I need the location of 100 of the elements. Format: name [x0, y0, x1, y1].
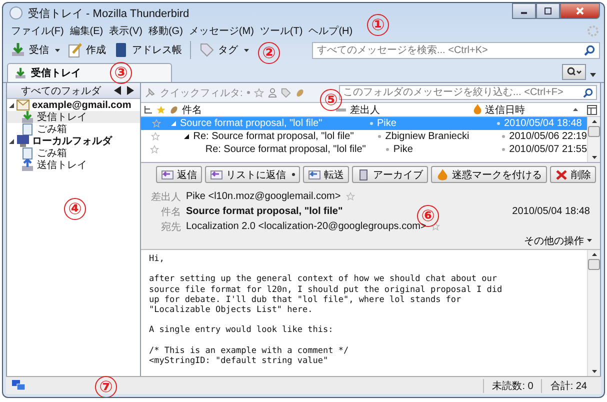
sort-arrow-icon[interactable] — [573, 108, 578, 111]
toolbar-button[interactable]: タグ — [196, 40, 252, 60]
star-icon[interactable] — [254, 88, 264, 98]
field-label: 差出人 — [151, 190, 181, 204]
minimize-button[interactable] — [512, 3, 536, 19]
search-icon[interactable] — [584, 44, 595, 56]
message-action-button[interactable]: 削除 — [550, 166, 596, 183]
column-header[interactable]: 送信日時 — [485, 102, 570, 116]
toolbar-button[interactable]: アドレス帳 — [110, 40, 185, 60]
star-icon[interactable] — [431, 222, 440, 231]
sender-address[interactable]: Pike <l10n.moz@googlemail.com> — [186, 191, 341, 202]
star-icon[interactable] — [152, 119, 160, 128]
message-action-button[interactable]: アーカイブ — [352, 166, 428, 183]
account-name[interactable]: example@gmail.com — [32, 100, 132, 110]
menu-item[interactable]: 編集(E) — [66, 24, 106, 38]
envelope-icon — [16, 99, 30, 111]
folder-item[interactable]: ごみ箱 — [7, 123, 140, 135]
column-header[interactable]: 差出人 — [350, 102, 470, 116]
attachment-column-icon[interactable] — [169, 104, 179, 114]
maximize-icon — [544, 7, 552, 15]
menu-item[interactable]: ツール(T) — [256, 24, 306, 38]
dot-icon — [502, 148, 506, 151]
menu-item[interactable]: 表示(V) — [106, 24, 146, 38]
person-icon[interactable] — [268, 88, 277, 98]
body-text-line: source file format for l20n, I should put the original proposal I did — [149, 284, 504, 295]
next-arrow-icon[interactable] — [127, 86, 134, 95]
scroll-down-icon[interactable] — [592, 156, 596, 159]
star-icon[interactable] — [151, 132, 160, 141]
expand-triangle-icon[interactable] — [184, 134, 190, 139]
menu-item[interactable]: 移動(G) — [145, 24, 186, 38]
field-label: 件名 — [160, 206, 181, 218]
scroll-thumb[interactable] — [588, 126, 600, 137]
activity-icon — [587, 24, 599, 36]
scroll-up-icon[interactable] — [592, 253, 596, 256]
body-text-line: A single entry would look like this: — [149, 325, 334, 336]
close-button[interactable] — [560, 3, 600, 19]
scroll-thumb[interactable] — [588, 259, 600, 270]
search-menu-button[interactable] — [562, 64, 586, 80]
tag-icon[interactable] — [280, 88, 291, 98]
search-icon[interactable] — [583, 88, 593, 98]
body-text-line: <myStringID: "default string value" — [149, 356, 330, 366]
account-name[interactable]: ローカルフォルダ — [32, 134, 112, 148]
maximize-button[interactable] — [536, 3, 560, 19]
previous-arrow-icon[interactable] — [114, 86, 121, 95]
callout-number: ⑦ — [95, 376, 117, 397]
scroll-up-icon[interactable] — [592, 120, 596, 123]
folder-item[interactable]: 受信トレイ — [7, 111, 140, 123]
message-sender: Pike — [393, 144, 414, 155]
menu-item[interactable]: ヘルプ(H) — [306, 24, 356, 38]
download-tray-icon — [21, 110, 34, 124]
recipient-address[interactable]: Localization 2.0 <localization-20@googlegroups.com> — [186, 221, 426, 232]
caret-icon[interactable] — [587, 239, 592, 242]
message-row[interactable]: Re: Source format proposal, "lol file" Pike 2010/05/07 21:55 — [141, 143, 587, 156]
dropdown-dot-icon[interactable] — [292, 173, 295, 176]
callout-number: ② — [258, 42, 280, 64]
message-action-button[interactable]: 迷惑マークを付ける — [431, 166, 547, 183]
callout-number: ① — [367, 14, 389, 36]
computer-icon — [16, 135, 30, 147]
message-date: 2010/05/04 18:48 — [504, 118, 583, 129]
callout-number: ④ — [64, 198, 86, 220]
star-icon[interactable] — [346, 192, 355, 201]
body-text-line: "Localizable Objects List" here. — [149, 304, 314, 316]
pin-icon[interactable] — [144, 86, 156, 98]
star-column-icon[interactable] — [156, 104, 166, 114]
caret-icon[interactable] — [55, 48, 60, 52]
menu-item[interactable]: ファイル(F) — [8, 24, 67, 38]
trash-icon — [21, 122, 34, 136]
body-text-line: after setting up the general context of how we should chat about our — [149, 274, 498, 285]
toolbar-button[interactable]: 作成 — [64, 40, 109, 60]
folder-item[interactable]: ごみ箱 — [7, 147, 140, 159]
expand-triangle-icon[interactable] — [9, 102, 14, 108]
message-action-button[interactable]: 返信 — [156, 166, 202, 183]
message-row[interactable]: Re: Source format proposal, "lol file" Zbigniew Braniecki 2010/05/06 22:19 — [141, 130, 587, 143]
download-arrow-icon — [10, 42, 26, 58]
callout-number: ③ — [110, 62, 132, 84]
other-actions-button[interactable]: その他の操作 — [520, 234, 596, 247]
scrollbar[interactable] — [587, 117, 600, 162]
read-column-icon[interactable] — [335, 106, 347, 114]
message-action-button[interactable]: リストに返信 — [205, 166, 300, 183]
dot-icon — [370, 122, 372, 125]
toolbar-button[interactable]: 受信 — [7, 40, 63, 60]
field-label: 宛先 — [160, 220, 181, 234]
scroll-down-icon[interactable] — [592, 370, 596, 373]
folder-item[interactable]: 送信トレイ — [7, 159, 140, 171]
search-field[interactable]: すべてのメッセージを検索... <Ctrl+K> — [312, 42, 600, 58]
box-icon — [357, 168, 370, 180]
message-action-button[interactable]: 転送 — [303, 166, 349, 183]
thread-column-icon[interactable] — [144, 105, 153, 114]
body-text-line: up for debate. I'll dub that "lol file", where lol stands for — [149, 294, 462, 305]
expand-triangle-icon[interactable] — [9, 138, 14, 144]
book-icon — [113, 42, 129, 58]
scrollbar[interactable] — [587, 250, 600, 376]
tag-icon — [199, 42, 215, 58]
message-subject: Source format proposal, "lol file" — [180, 118, 322, 129]
column-picker-icon[interactable] — [587, 104, 597, 114]
unread-filter-icon[interactable] — [246, 91, 250, 94]
body-text-line: /* This is an example with a comment */ — [149, 346, 350, 356]
menu-item[interactable]: メッセージ(M) — [186, 24, 257, 38]
star-icon[interactable] — [150, 145, 160, 154]
caret-icon[interactable] — [244, 48, 249, 52]
